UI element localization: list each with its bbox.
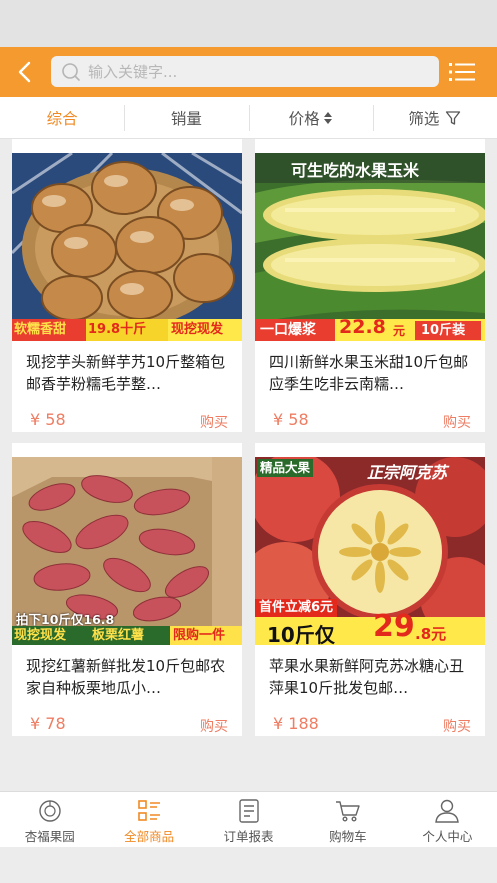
nav-label: 购物车 [329,829,367,844]
image-tag: 10斤仅 [267,623,335,645]
cart-icon [335,801,360,822]
image-heading: 正宗阿克苏 [367,463,448,482]
nav-all-products[interactable]: 全部商品 [99,792,198,847]
nav-home[interactable]: 杏福果园 [0,792,99,847]
search-input[interactable]: 输入关键字... [51,56,439,87]
image-tag: 精品大果 [257,459,314,477]
product-price: ¥ 58 [273,410,309,429]
tab-comprehensive[interactable]: 综合 [0,97,124,138]
product-title: 现挖芋头新鲜芋艿10斤整箱包邮香芋粉糯毛芋整… [26,353,226,393]
buy-button[interactable]: 购买 [200,716,228,736]
status-bar [0,0,497,47]
nav-label: 全部商品 [124,829,175,844]
search-placeholder: 输入关键字... [88,63,178,81]
image-tag: 现挖现发 [14,628,67,643]
product-image: 精品大果 正宗阿克苏 首件立减6元 10斤仅 29 .8元 [255,457,485,645]
buy-button[interactable]: 购买 [443,412,471,432]
home-logo-icon [39,800,61,822]
tab-filter[interactable]: 筛选 [372,97,497,138]
image-unit: 元 [393,324,406,338]
product-title: 四川新鲜水果玉米甜10斤包邮应季生吃非云南糯… [269,353,469,393]
image-tag: 软糯香甜 [12,319,86,341]
tab-label: 筛选 [408,109,440,128]
product-card[interactable]: 可生吃的水果玉米 一口爆浆 22.8 元 10斤装 四川新鲜水果玉米甜10斤包邮… [255,139,485,432]
bottom-spacer [0,847,497,883]
tab-label: 综合 [46,109,78,128]
image-tag: 19.8十斤 [86,319,168,341]
image-tag: 一口爆浆 [255,319,335,341]
back-arrow-icon [18,61,31,83]
product-image: 可生吃的水果玉米 一口爆浆 22.8 元 10斤装 [255,153,485,341]
buy-button[interactable]: 购买 [200,412,228,432]
product-card[interactable]: 拍下10斤仅16.8 现挖现发 板栗红薯 限购一件 现挖红薯新鲜批发10斤包邮农… [12,443,242,736]
nav-cart[interactable]: 购物车 [298,792,397,847]
product-price: ¥ 78 [30,714,66,733]
image-price: 29 [373,609,415,644]
back-button[interactable] [0,47,50,97]
tab-price[interactable]: 价格 [248,97,373,138]
product-card[interactable]: 精品大果 正宗阿克苏 首件立减6元 10斤仅 29 .8元 苹果水果新鲜阿克苏冰… [255,443,485,736]
image-tag: 首件立减6元 [255,599,338,617]
bottom-nav: 杏福果园 全部商品 订单报表 购物车 个人中心 [0,791,497,847]
product-price: ¥ 58 [30,410,66,429]
image-unit: .8元 [415,625,447,643]
image-tag: 板栗红薯 [92,628,145,643]
tab-sales[interactable]: 销量 [124,97,248,138]
image-tag: 现挖现发 [168,319,242,341]
tab-label: 销量 [170,109,202,128]
menu-button[interactable] [447,60,477,84]
sort-icon [323,111,332,124]
product-image: 拍下10斤仅16.8 现挖现发 板栗红薯 限购一件 [12,457,242,645]
nav-label: 杏福果园 [24,829,75,844]
nav-orders[interactable]: 订单报表 [199,792,298,847]
buy-button[interactable]: 购买 [443,716,471,736]
product-title: 苹果水果新鲜阿克苏冰糖心丑萍果10斤批发包邮… [269,657,465,697]
image-heading: 可生吃的水果玉米 [291,161,420,180]
nav-label: 个人中心 [422,829,473,844]
product-title: 现挖红薯新鲜批发10斤包邮农家自种板栗地瓜小… [26,657,226,697]
nav-label: 订单报表 [223,829,274,844]
product-image: 软糯香甜 19.8十斤 现挖现发 [12,153,242,341]
search-icon [62,62,80,81]
nav-profile[interactable]: 个人中心 [398,792,497,847]
order-report-icon [238,799,259,823]
funnel-icon [446,110,461,125]
image-price: 22.8 [339,316,386,338]
user-icon [435,799,460,823]
header-bar: 输入关键字... [0,47,497,97]
image-tag: 限购一件 [170,626,242,645]
list-menu-icon [449,63,475,81]
filter-bar: 综合 销量 价格 筛选 [0,97,497,139]
product-card[interactable]: 软糯香甜 19.8十斤 现挖现发 现挖芋头新鲜芋艿10斤整箱包邮香芋粉糯毛芋整…… [12,139,242,432]
product-price: ¥ 188 [273,714,319,733]
image-tag: 10斤装 [415,321,481,340]
tab-label: 价格 [288,109,320,128]
grid-list-icon [138,800,161,821]
